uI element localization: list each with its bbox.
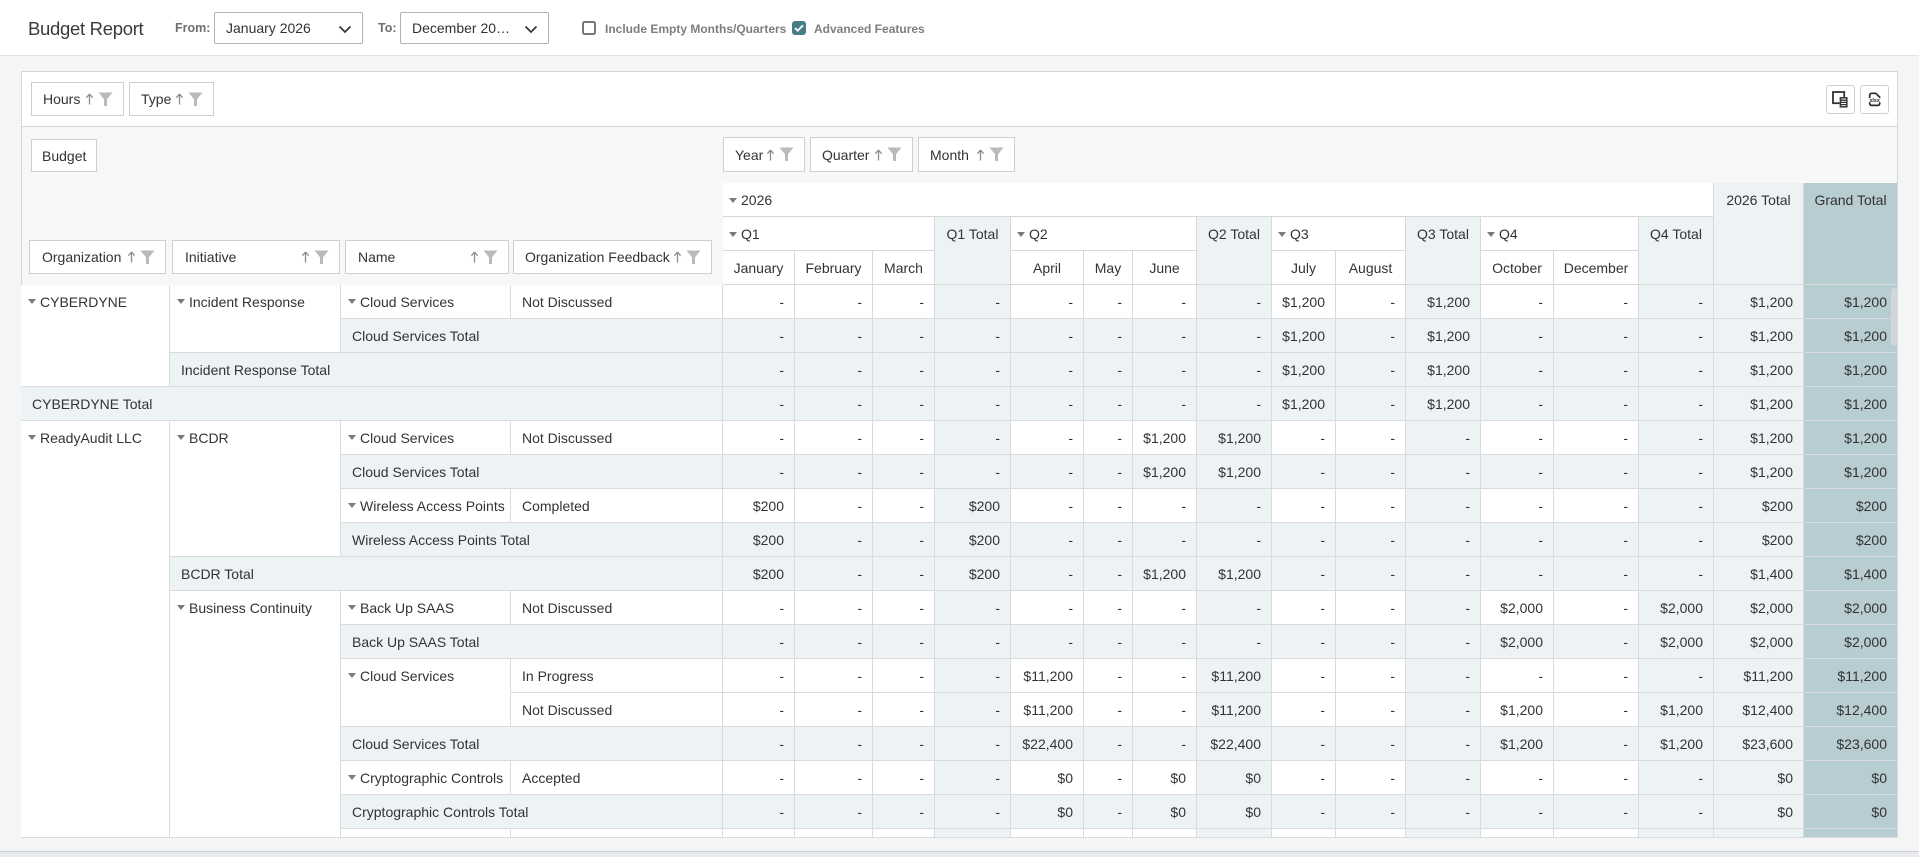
svg-text:xlsx: xlsx: [1869, 98, 1880, 104]
